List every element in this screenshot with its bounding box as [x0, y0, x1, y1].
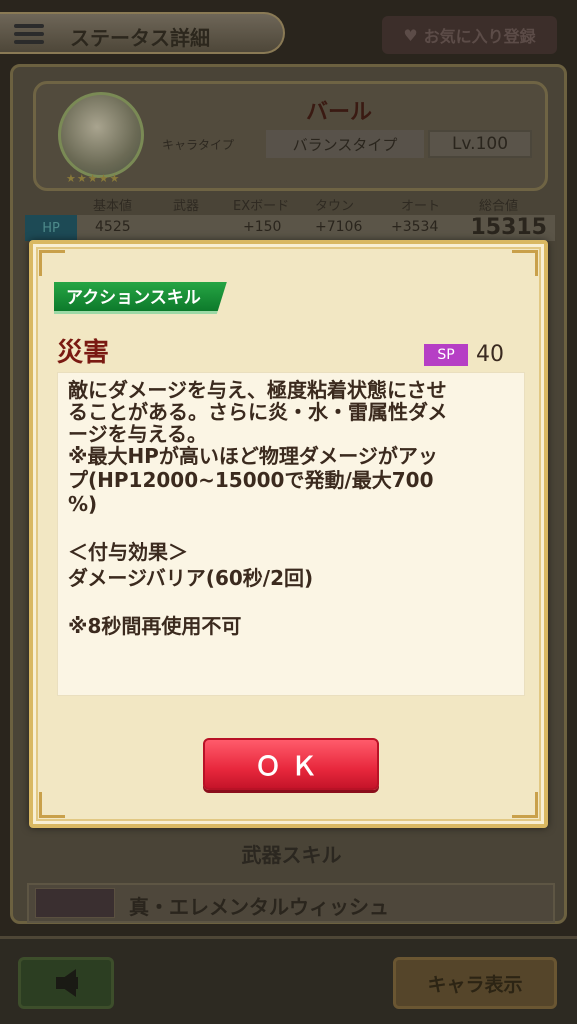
ok-button[interactable]: ＯＫ: [203, 738, 379, 790]
weapon-skill-header: 武器スキル: [241, 843, 342, 867]
stat-header-town: タウン: [315, 199, 355, 214]
corner-ornament: [39, 250, 65, 276]
hp-base: 4525: [95, 219, 131, 235]
page-title: ステータス詳細: [70, 26, 210, 50]
description-line: ージを与える。: [68, 422, 207, 446]
chara-type-value: バランスタイプ: [266, 130, 424, 158]
description-line: ることがある。さらに炎・水・雷属性ダメ: [68, 400, 448, 424]
sp-badge: SP: [424, 343, 468, 366]
hp-town: +7106: [315, 219, 363, 235]
stat-header-total: 総合値: [479, 199, 519, 214]
weapon-skill-row[interactable]: 真・エレメンタルウィッシュ: [27, 883, 555, 923]
stat-header-exboard: EXボード: [233, 199, 290, 214]
description-line: 敵にダメージを与え、極度粘着状態にさせ: [68, 378, 447, 402]
corner-ornament: [512, 250, 538, 276]
favorite-button[interactable]: ♥ お気に入り登録: [382, 16, 557, 54]
bottom-bar: キャラ表示: [0, 936, 577, 1024]
description-line: %): [68, 492, 98, 516]
heart-icon: ♥: [403, 25, 418, 45]
sp-cost: SP 40: [424, 342, 504, 367]
stat-header-base: 基本値: [93, 199, 133, 214]
skill-detail-modal: アクションスキル 災害 SP 40 敵にダメージを与え、極度粘着状態にさせ るこ…: [29, 240, 548, 828]
description-line: プ(HP12000~15000で発動/最大700: [68, 468, 434, 492]
weapon-thumbnail: [35, 888, 115, 918]
back-button[interactable]: [18, 957, 114, 1009]
character-header: ★★★★★ バール キャラタイプ バランスタイプ Lv.100: [33, 81, 548, 191]
hp-auto: +3534: [391, 219, 439, 235]
level-badge: Lv.100: [428, 130, 532, 158]
skill-name: 災害: [57, 338, 110, 368]
stat-header-auto: オート: [401, 199, 441, 214]
stat-header-weapon: 武器: [173, 199, 200, 214]
hp-row: HP 4525 +150 +7106 +3534 15315: [25, 215, 555, 241]
hp-label: HP: [25, 215, 77, 241]
description-line: ＜付与効果＞: [68, 540, 188, 564]
sp-value: 40: [476, 342, 504, 367]
menu-icon[interactable]: [14, 20, 44, 50]
corner-ornament: [39, 792, 65, 818]
rarity-stars: ★★★★★: [66, 172, 121, 185]
description-line: ※8秒間再使用不可: [68, 614, 242, 638]
weapon-skill-name: 真・エレメンタルウィッシュ: [129, 895, 389, 919]
favorite-label: お気に入り登録: [423, 27, 536, 46]
top-bar: ステータス詳細 ♥ お気に入り登録: [0, 8, 577, 58]
hp-exboard: +150: [243, 219, 282, 235]
chara-type-label: キャラタイプ: [162, 138, 235, 152]
stat-headers: 基本値 武器 EXボード タウン オート 総合値: [27, 193, 557, 215]
skill-description: 敵にダメージを与え、極度粘着状態にさせ ることがある。さらに炎・水・雷属性ダメ …: [57, 372, 525, 696]
hp-total: 15315: [470, 215, 547, 240]
chara-view-button[interactable]: キャラ表示: [393, 957, 557, 1009]
back-arrow-icon: [56, 969, 78, 997]
character-portrait: [58, 92, 144, 178]
skill-type-ribbon: アクションスキル: [54, 282, 227, 314]
character-name: バール: [306, 100, 373, 125]
description-line: ダメージバリア(60秒/2回): [68, 566, 314, 590]
title-ribbon: ステータス詳細: [0, 12, 285, 54]
description-line: ※最大HPが高いほど物理ダメージがアッ: [68, 444, 438, 468]
corner-ornament: [512, 792, 538, 818]
